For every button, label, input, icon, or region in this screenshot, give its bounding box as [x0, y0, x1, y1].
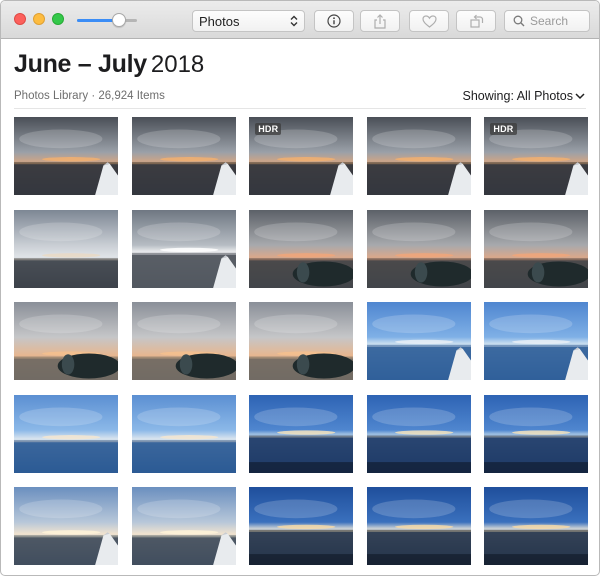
photo-image — [366, 394, 471, 473]
search-field[interactable]: Search — [504, 10, 590, 32]
photo-image — [14, 487, 118, 565]
photo-image — [131, 302, 236, 380]
photo-image — [366, 117, 471, 195]
photo-thumbnail[interactable] — [131, 302, 236, 380]
photo-image — [366, 209, 471, 288]
photo-image — [249, 302, 354, 380]
photo-thumbnail[interactable] — [14, 209, 118, 288]
source-select-label: Photos — [199, 13, 240, 29]
photo-thumbnail[interactable] — [484, 209, 589, 288]
photo-image — [484, 209, 589, 288]
share-icon — [374, 13, 386, 29]
toolbar: Photos Search — [1, 1, 599, 39]
chevron-down-icon — [575, 93, 585, 100]
photo-image — [14, 302, 118, 380]
photo-image — [14, 117, 118, 195]
photos-window: Photos Search June – July 2018 Photos Lib… — [0, 0, 600, 576]
photo-image — [366, 302, 471, 380]
photo-thumbnail[interactable] — [131, 394, 236, 473]
photo-thumbnail[interactable] — [14, 487, 118, 565]
info-button[interactable] — [314, 10, 354, 32]
zoom-slider-knob[interactable] — [111, 13, 126, 27]
photo-image — [484, 487, 589, 565]
photo-image — [131, 487, 236, 565]
zoom-slider[interactable] — [77, 13, 137, 27]
photo-thumbnail[interactable] — [14, 117, 118, 195]
photo-thumbnail[interactable] — [249, 302, 354, 380]
photo-thumbnail[interactable] — [366, 487, 471, 565]
hdr-badge: HDR — [490, 123, 517, 135]
info-icon — [327, 14, 341, 28]
photo-thumbnail[interactable] — [366, 302, 471, 380]
hdr-badge: HDR — [255, 123, 282, 135]
up-down-chevron-icon — [290, 15, 298, 27]
photo-image — [131, 117, 236, 195]
fullscreen-button[interactable] — [52, 13, 64, 25]
photo-image — [131, 394, 236, 473]
header-divider — [14, 108, 586, 109]
photo-image — [14, 394, 118, 473]
search-icon — [513, 15, 525, 27]
library-summary: Photos Library · 26,924 Items — [14, 90, 165, 102]
photo-image — [14, 209, 118, 288]
rotate-icon — [469, 14, 483, 28]
photo-thumbnail[interactable] — [249, 487, 354, 565]
close-button[interactable] — [14, 13, 26, 25]
photo-thumbnail[interactable] — [484, 394, 589, 473]
heart-icon — [421, 14, 437, 28]
showing-filter[interactable]: Showing: All Photos — [463, 89, 586, 103]
photo-thumbnail[interactable] — [249, 209, 354, 288]
photo-image — [249, 209, 354, 288]
photo-thumbnail[interactable]: HDR — [484, 117, 589, 195]
photo-image — [484, 394, 589, 473]
photo-image — [249, 394, 354, 473]
share-button[interactable] — [360, 10, 400, 32]
photo-thumbnail[interactable] — [366, 394, 471, 473]
photo-thumbnail[interactable] — [366, 209, 471, 288]
photo-image — [366, 487, 471, 565]
photo-thumbnail[interactable] — [249, 394, 354, 473]
page-title-range: June – July — [14, 50, 147, 78]
photo-thumbnail[interactable] — [366, 117, 471, 195]
page-title-year: 2018 — [150, 51, 205, 78]
photo-thumbnail[interactable] — [484, 487, 589, 565]
showing-filter-label: Showing: All Photos — [462, 89, 574, 103]
favorite-button[interactable] — [409, 10, 449, 32]
photo-thumbnail[interactable]: HDR — [249, 117, 354, 195]
photo-thumbnail[interactable] — [484, 302, 589, 380]
search-placeholder: Search — [530, 14, 569, 28]
photo-thumbnail[interactable] — [14, 394, 118, 473]
photo-thumbnail[interactable] — [131, 209, 236, 288]
photo-thumbnail[interactable] — [131, 487, 236, 565]
photo-image — [484, 302, 589, 380]
minimize-button[interactable] — [33, 13, 45, 25]
page-title: June – July 2018 — [14, 50, 204, 79]
photo-thumbnail[interactable] — [14, 302, 118, 380]
source-select[interactable]: Photos — [192, 10, 305, 32]
rotate-button[interactable] — [456, 10, 496, 32]
photo-thumbnail[interactable] — [131, 117, 236, 195]
photo-image — [131, 209, 236, 288]
photo-image — [249, 487, 354, 565]
